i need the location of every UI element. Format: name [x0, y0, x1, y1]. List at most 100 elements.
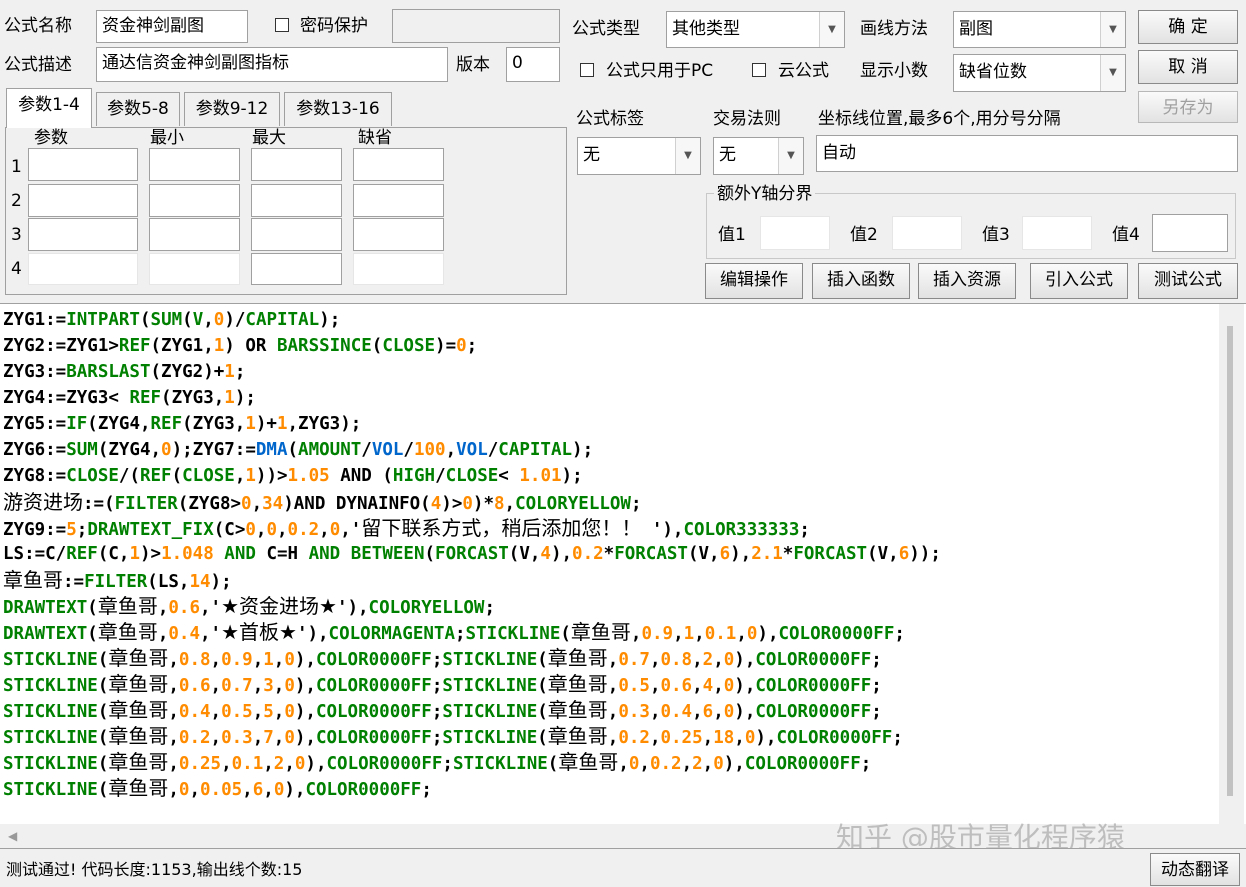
code-token: );	[572, 440, 594, 460]
code-line[interactable]: STICKLINE(章鱼哥,0.6,0.7,3,0),COLOR0000FF;S…	[3, 671, 882, 699]
import-formula-button[interactable]: 引入公式	[1030, 263, 1128, 299]
insert-function-button[interactable]: 插入函数	[812, 263, 910, 299]
code-line[interactable]: STICKLINE(章鱼哥,0.4,0.5,5,0),COLOR0000FF;S…	[3, 697, 882, 725]
code-line[interactable]: DRAWTEXT(章鱼哥,0.6,'★资金进场★'),COLORYELLOW;	[3, 593, 495, 621]
param-2-default[interactable]	[353, 184, 444, 217]
dynamic-translate-button[interactable]: 动态翻译	[1150, 853, 1240, 886]
code-line[interactable]: STICKLINE(章鱼哥,0.2,0.3,7,0),COLOR0000FF;S…	[3, 723, 903, 751]
param-1-min[interactable]	[149, 148, 240, 181]
chevron-down-icon[interactable]: ▼	[1100, 55, 1125, 91]
param-3-max[interactable]	[251, 218, 342, 251]
pc-only-checkbox[interactable]	[580, 63, 594, 77]
code-line[interactable]: ZYG9:=5;DRAWTEXT_FIX(C>0,0,0.2,0,'留下联系方式…	[3, 515, 810, 543]
trade-rule-select[interactable]: 无 ▼	[713, 137, 804, 175]
code-token: COLORMAGENTA	[328, 624, 455, 644]
code-token: ,ZYG3);	[287, 414, 362, 434]
param-row-2-label: 2	[11, 191, 22, 211]
param-1-default[interactable]	[353, 148, 444, 181]
param-2-max[interactable]	[251, 184, 342, 217]
code-token: ;	[484, 598, 495, 618]
code-editor[interactable]: ZYG1:=INTPART(SUM(V,0)/CAPITAL); ZYG2:=ZY…	[0, 303, 1246, 849]
chevron-down-icon[interactable]: ▼	[819, 12, 844, 47]
code-token: ;	[799, 520, 810, 540]
y2-input[interactable]	[892, 216, 962, 250]
param-4-name[interactable]	[28, 253, 138, 285]
param-2-name[interactable]	[28, 184, 138, 217]
code-token: (	[537, 702, 548, 722]
code-line[interactable]: STICKLINE(章鱼哥,0.8,0.9,1,0),COLOR0000FF;S…	[3, 645, 882, 673]
code-line[interactable]: ZYG6:=SUM(ZYG4,0);ZYG7:=DMA(AMOUNT/VOL/1…	[3, 437, 593, 463]
tab-params-1-4[interactable]: 参数1-4	[6, 88, 92, 128]
cancel-button[interactable]: 取 消	[1138, 50, 1238, 84]
code-line[interactable]: LS:=C/REF(C,1)>1.048 AND C=H AND BETWEEN…	[3, 541, 941, 567]
code-token: COLOR0000FF	[315, 728, 432, 748]
y3-input[interactable]	[1022, 216, 1092, 250]
arrow-left-icon[interactable]: ◀	[8, 829, 17, 843]
y4-label: 值4	[1112, 225, 1140, 245]
code-area[interactable]: ZYG1:=INTPART(SUM(V,0)/CAPITAL); ZYG2:=ZY…	[0, 304, 1218, 824]
decimals-select[interactable]: 缺省位数 ▼	[953, 54, 1126, 92]
code-token: ,	[649, 728, 661, 748]
code-token: ,	[242, 780, 253, 800]
param-1-name[interactable]	[28, 148, 138, 181]
code-line[interactable]: ZYG1:=INTPART(SUM(V,0)/CAPITAL);	[3, 307, 340, 333]
extra-yaxis-label: 额外Y轴分界	[714, 183, 816, 205]
tab-params-5-8[interactable]: 参数5-8	[96, 92, 180, 126]
code-token: ZYG8:=	[3, 466, 67, 486]
param-2-min[interactable]	[149, 184, 240, 217]
param-4-default[interactable]	[353, 253, 444, 285]
code-token: 章鱼哥	[108, 776, 169, 800]
code-token: REF	[139, 466, 172, 486]
code-line[interactable]: STICKLINE(章鱼哥,0.25,0.1,2,0),COLOR0000FF;…	[3, 749, 871, 777]
chevron-down-icon[interactable]: ▼	[675, 138, 700, 174]
param-3-name[interactable]	[28, 218, 138, 251]
param-3-default[interactable]	[353, 218, 444, 251]
code-token: 2	[692, 754, 703, 774]
code-token: ;	[871, 676, 882, 696]
password-label: 密码保护	[300, 16, 368, 36]
code-token: (	[97, 702, 109, 722]
code-line[interactable]: 章鱼哥:=FILTER(LS,14);	[3, 567, 232, 595]
test-formula-button[interactable]: 测试公式	[1138, 263, 1238, 299]
param-4-max[interactable]	[251, 253, 342, 285]
coord-input[interactable]: 自动	[816, 135, 1238, 172]
formula-type-select[interactable]: 其他类型 ▼	[666, 11, 845, 48]
cloud-checkbox[interactable]	[752, 63, 766, 77]
version-input[interactable]: 0	[506, 47, 560, 82]
param-3-min[interactable]	[149, 218, 240, 251]
ok-button[interactable]: 确 定	[1138, 10, 1238, 44]
save-as-button[interactable]: 另存为	[1138, 91, 1238, 123]
code-token: COLORYELLOW	[368, 598, 485, 618]
tab-params-13-16[interactable]: 参数13-16	[284, 92, 392, 126]
code-line[interactable]: ZYG2:=ZYG1>REF(ZYG1,1) OR BARSSINCE(CLOS…	[3, 333, 477, 359]
code-token: ))>	[255, 466, 288, 486]
y1-input[interactable]	[760, 216, 830, 250]
param-4-min[interactable]	[149, 253, 240, 285]
code-token: 8	[493, 494, 505, 514]
tag-select[interactable]: 无 ▼	[577, 137, 701, 175]
code-line[interactable]: ZYG4:=ZYG3< REF(ZYG3,1);	[3, 385, 256, 411]
vertical-scrollbar[interactable]	[1219, 304, 1244, 824]
code-line[interactable]: 游资进场:=(FILTER(ZYG8>0,34)AND DYNAINFO(4)>…	[3, 489, 642, 517]
code-line[interactable]: DRAWTEXT(章鱼哥,0.4,'★首板★'),COLORMAGENTA;ST…	[3, 619, 905, 647]
code-line[interactable]: ZYG8:=CLOSE/(REF(CLOSE,1))>1.05 AND (HIG…	[3, 463, 583, 489]
chevron-down-icon[interactable]: ▼	[1100, 12, 1125, 47]
formula-desc-input[interactable]: 通达信资金神剑副图指标	[96, 47, 448, 82]
draw-method-select[interactable]: 副图 ▼	[953, 11, 1126, 48]
code-token: '),	[641, 520, 684, 540]
code-token: ),	[755, 728, 777, 748]
param-1-max[interactable]	[251, 148, 342, 181]
y4-input[interactable]	[1152, 214, 1228, 252]
formula-name-input[interactable]: 资金神剑副图	[96, 10, 248, 43]
param-header-name: 参数	[34, 128, 68, 148]
password-checkbox[interactable]	[275, 18, 289, 32]
scrollbar-thumb[interactable]	[1227, 326, 1233, 796]
code-line[interactable]: ZYG5:=IF(ZYG4,REF(ZYG3,1)+1,ZYG3);	[3, 411, 361, 437]
tab-params-9-12[interactable]: 参数9-12	[184, 92, 280, 126]
code-line[interactable]: ZYG3:=BARSLAST(ZYG2)+1;	[3, 359, 245, 385]
status-text: 测试通过! 代码长度:1153,输出线个数:15	[6, 860, 303, 879]
code-line[interactable]: STICKLINE(章鱼哥,0,0.05,6,0),COLOR0000FF;	[3, 775, 432, 803]
insert-resource-button[interactable]: 插入资源	[918, 263, 1016, 299]
chevron-down-icon[interactable]: ▼	[778, 138, 803, 174]
edit-operation-button[interactable]: 编辑操作	[705, 263, 803, 299]
